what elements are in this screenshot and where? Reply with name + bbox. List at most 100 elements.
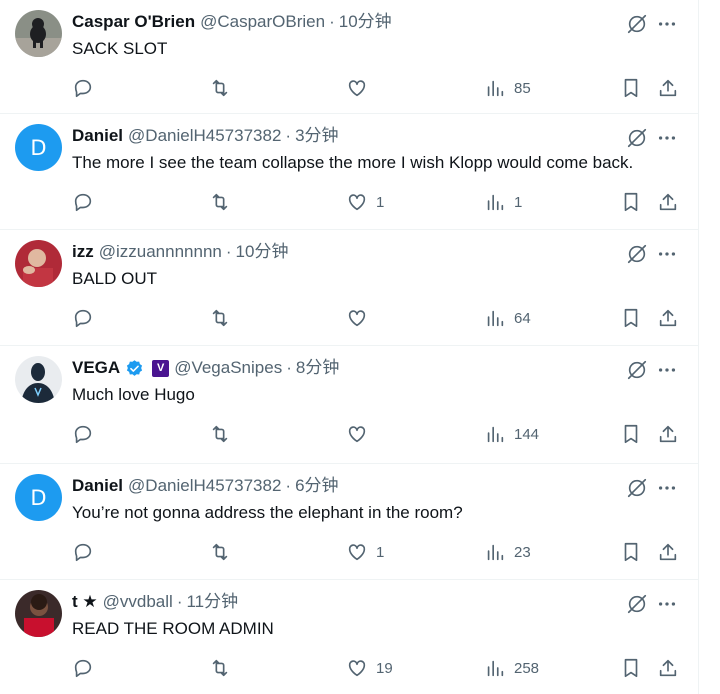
- bookmark-button[interactable]: [620, 538, 642, 566]
- avatar[interactable]: [15, 240, 62, 287]
- user-handle[interactable]: @vvdball: [103, 592, 173, 612]
- user-handle[interactable]: @izzuannnnnnn: [99, 242, 222, 262]
- bookmark-icon: [624, 424, 638, 444]
- views-button[interactable]: 23: [484, 538, 531, 566]
- more-icon[interactable]: [656, 127, 678, 149]
- reply-button[interactable]: [72, 420, 94, 448]
- display-name[interactable]: VEGA: [72, 358, 120, 378]
- like-count: 1: [376, 543, 385, 561]
- avatar[interactable]: [15, 356, 62, 403]
- more-icon[interactable]: [656, 13, 678, 35]
- separator-dot: ·: [286, 358, 292, 377]
- tweet-text: Much love Hugo: [72, 385, 195, 404]
- tweet[interactable]: D Daniel @DanielH45737382 · 3分钟 The more…: [0, 114, 698, 230]
- like-button[interactable]: 1: [346, 188, 384, 216]
- user-handle[interactable]: @CasparOBrien: [200, 12, 325, 32]
- tweet[interactable]: VEGA V @VegaSnipes · 8分钟 Much love Hugo …: [0, 346, 698, 464]
- retweet-button[interactable]: [209, 188, 231, 216]
- avatar[interactable]: D: [15, 124, 62, 171]
- action-bar: 64: [0, 304, 698, 332]
- separator-dot: ·: [329, 12, 335, 31]
- display-name[interactable]: Caspar O'Brien: [72, 12, 195, 32]
- retweet-button[interactable]: [209, 538, 231, 566]
- grok-icon[interactable]: [626, 477, 648, 499]
- more-icon[interactable]: [656, 593, 678, 615]
- timestamp[interactable]: 10分钟: [339, 12, 392, 32]
- avatar[interactable]: D: [15, 474, 62, 521]
- share-button[interactable]: [657, 74, 679, 102]
- display-name[interactable]: izz: [72, 242, 94, 262]
- retweet-button[interactable]: [209, 74, 231, 102]
- share-button[interactable]: [657, 188, 679, 216]
- user-handle[interactable]: @VegaSnipes: [174, 358, 282, 378]
- tweet[interactable]: izz @izzuannnnnnn · 10分钟 BALD OUT 64: [0, 230, 698, 346]
- like-button[interactable]: [346, 74, 376, 102]
- timestamp[interactable]: 6分钟: [295, 476, 338, 496]
- bookmark-button[interactable]: [620, 420, 642, 448]
- more-icon[interactable]: [656, 477, 678, 499]
- view-count: 258: [514, 659, 540, 677]
- timestamp[interactable]: 8分钟: [296, 358, 339, 378]
- views-button[interactable]: 64: [484, 304, 531, 332]
- tweet-text: The more I see the team collapse the mor…: [72, 153, 634, 172]
- bookmark-button[interactable]: [620, 304, 642, 332]
- tweet[interactable]: D Daniel @DanielH45737382 · 6分钟 You’re n…: [0, 464, 698, 580]
- user-handle[interactable]: @DanielH45737382: [128, 476, 281, 496]
- user-handle[interactable]: @DanielH45737382: [128, 126, 281, 146]
- tweet[interactable]: Caspar O'Brien @CasparOBrien · 10分钟 SACK…: [0, 0, 698, 114]
- bookmark-button[interactable]: [620, 188, 642, 216]
- grok-icon[interactable]: [626, 593, 648, 615]
- display-name[interactable]: t ★: [72, 592, 98, 612]
- reply-feed: Caspar O'Brien @CasparOBrien · 10分钟 SACK…: [0, 0, 699, 694]
- tweet-header: Daniel @DanielH45737382 · 6分钟: [72, 476, 339, 496]
- grok-icon[interactable]: [626, 13, 648, 35]
- timestamp[interactable]: 3分钟: [295, 126, 338, 146]
- bookmark-icon: [624, 658, 638, 678]
- share-icon: [659, 309, 677, 327]
- grok-icon[interactable]: [626, 243, 648, 265]
- share-button[interactable]: [657, 654, 679, 682]
- share-button[interactable]: [657, 420, 679, 448]
- affiliate-badge[interactable]: V: [152, 359, 170, 377]
- share-button[interactable]: [657, 538, 679, 566]
- like-button[interactable]: 19: [346, 654, 393, 682]
- views-button[interactable]: 144: [484, 420, 539, 448]
- share-icon: [659, 425, 677, 443]
- tweet-header: Daniel @DanielH45737382 · 3分钟: [72, 126, 339, 146]
- timestamp[interactable]: 11分钟: [186, 592, 238, 612]
- tweet[interactable]: t ★ @vvdball · 11分钟 READ THE ROOM ADMIN …: [0, 580, 698, 694]
- views-button[interactable]: 258: [484, 654, 539, 682]
- bookmark-button[interactable]: [620, 74, 642, 102]
- grok-icon[interactable]: [626, 127, 648, 149]
- display-name[interactable]: Daniel: [72, 126, 123, 146]
- share-button[interactable]: [657, 304, 679, 332]
- timestamp[interactable]: 10分钟: [236, 242, 289, 262]
- reply-icon: [74, 659, 92, 678]
- retweet-button[interactable]: [209, 420, 231, 448]
- bookmark-button[interactable]: [620, 654, 642, 682]
- view-count: 23: [514, 543, 531, 561]
- share-icon: [659, 543, 677, 561]
- views-button[interactable]: 1: [484, 188, 522, 216]
- retweet-button[interactable]: [209, 654, 231, 682]
- more-icon[interactable]: [656, 243, 678, 265]
- reply-button[interactable]: [72, 654, 94, 682]
- like-button[interactable]: [346, 420, 376, 448]
- reply-button[interactable]: [72, 538, 94, 566]
- avatar[interactable]: [15, 10, 62, 57]
- reply-button[interactable]: [72, 304, 94, 332]
- display-name[interactable]: Daniel: [72, 476, 123, 496]
- like-icon: [348, 194, 366, 211]
- view-count: 1: [514, 193, 523, 211]
- like-button[interactable]: [346, 304, 376, 332]
- more-icon[interactable]: [656, 359, 678, 381]
- share-icon: [659, 193, 677, 211]
- avatar[interactable]: [15, 590, 62, 637]
- separator-dot: ·: [225, 242, 232, 261]
- like-button[interactable]: 1: [346, 538, 384, 566]
- grok-icon[interactable]: [626, 359, 648, 381]
- retweet-button[interactable]: [209, 304, 231, 332]
- reply-button[interactable]: [72, 74, 94, 102]
- views-button[interactable]: 85: [484, 74, 531, 102]
- reply-button[interactable]: [72, 188, 94, 216]
